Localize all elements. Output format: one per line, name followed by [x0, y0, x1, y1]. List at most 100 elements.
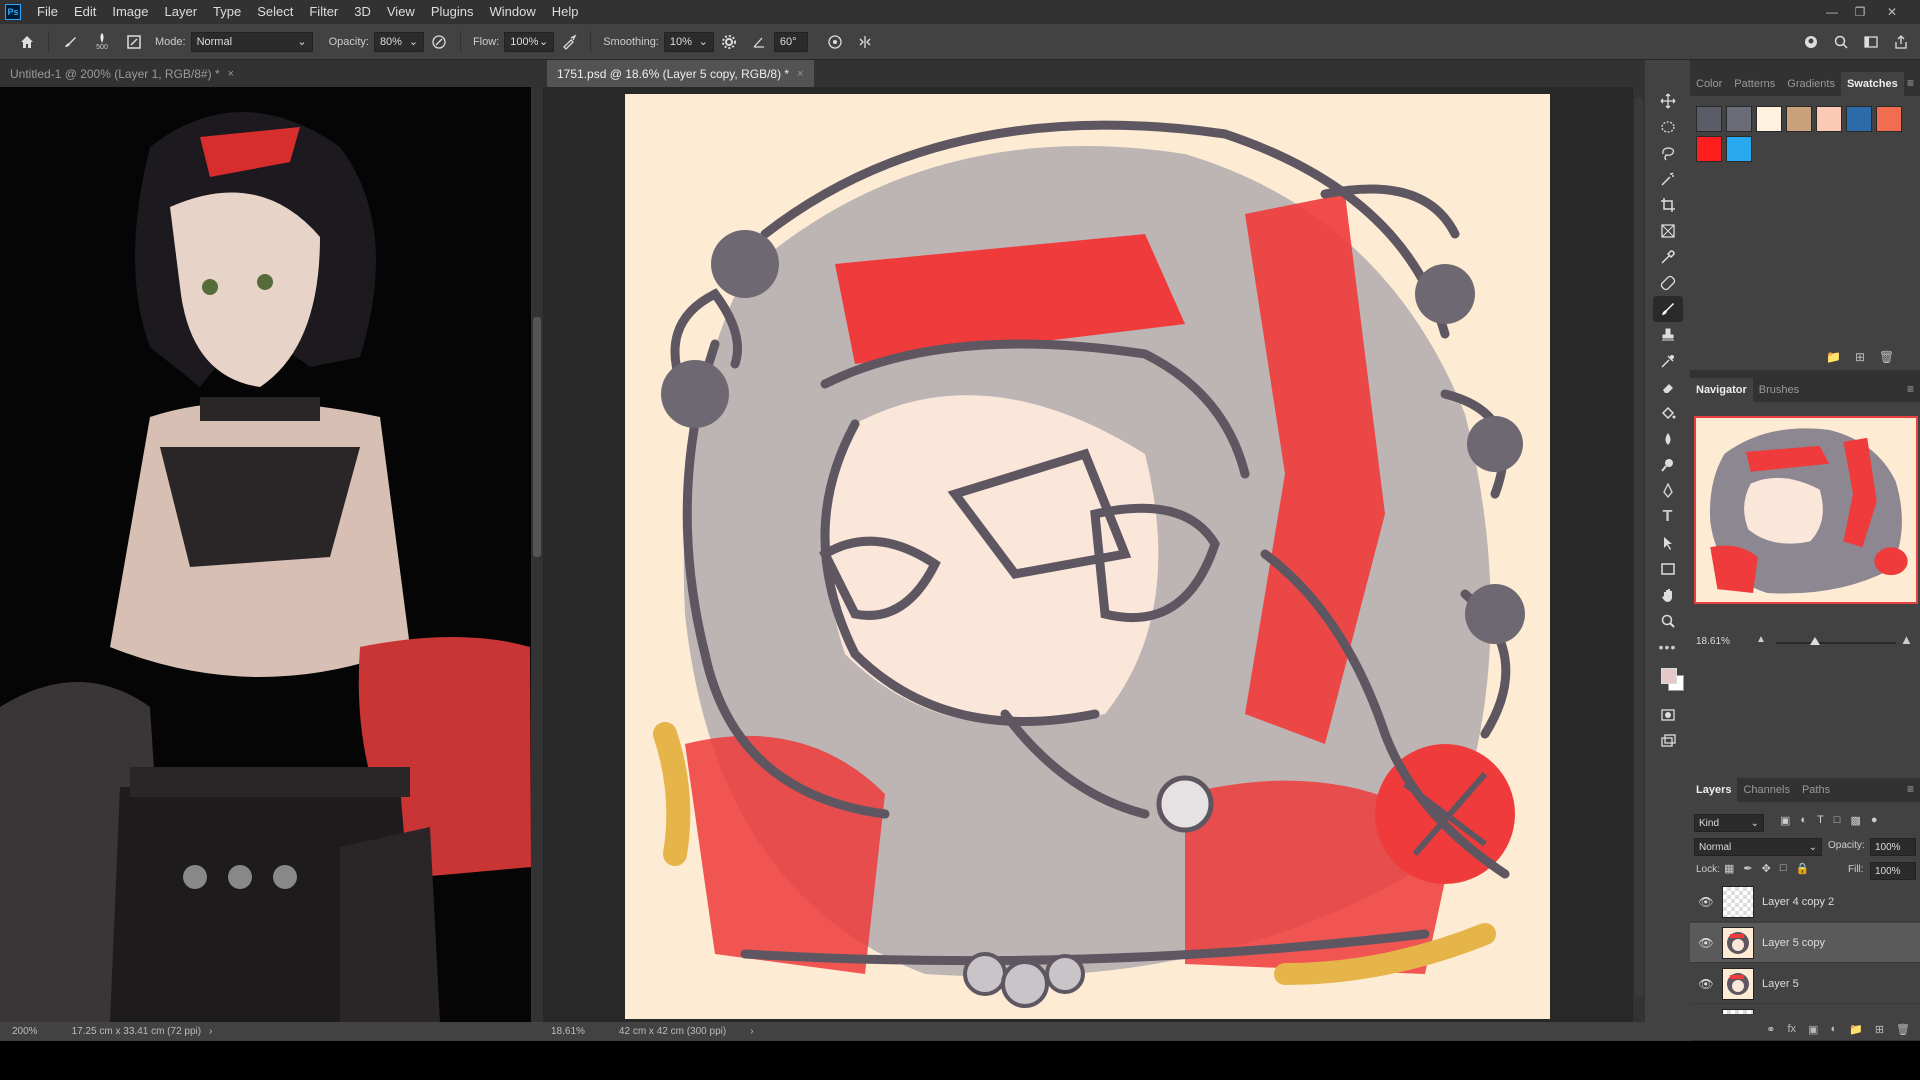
lock-all-icon[interactable]: 🔒 [1796, 862, 1810, 875]
trash-icon[interactable]: 🗑 [1879, 350, 1894, 364]
sketch-canvas[interactable] [625, 94, 1550, 1019]
tab-swatches[interactable]: Swatches [1840, 72, 1904, 96]
color-swatch[interactable] [1786, 106, 1812, 132]
tab-1751-psd[interactable]: 1751.psd @ 18.6% (Layer 5 copy, RGB/8) *… [547, 60, 814, 87]
color-picker-swatches[interactable] [1653, 660, 1684, 702]
flow-field[interactable]: 100% ⌄ [504, 31, 555, 52]
link-layers-icon[interactable]: ⚭ [1766, 1023, 1775, 1036]
menu-image[interactable]: Image [104, 0, 156, 24]
zoom-tool-icon[interactable] [1653, 608, 1683, 634]
main-vertical-scrollbar[interactable] [1633, 87, 1645, 1022]
menu-file[interactable]: File [29, 0, 66, 24]
healing-brush-icon[interactable] [1653, 270, 1683, 296]
tab-paths[interactable]: Paths [1796, 778, 1836, 802]
menu-filter[interactable]: Filter [301, 0, 346, 24]
layer-row[interactable]: 👁 Layer 5 [1690, 964, 1920, 1004]
menu-type[interactable]: Type [205, 0, 249, 24]
zoom-in-icon[interactable]: ▲ [1900, 632, 1913, 647]
color-swatch[interactable] [1726, 106, 1752, 132]
layer-opacity-field[interactable]: 100% [1870, 838, 1916, 856]
blur-tool-icon[interactable] [1653, 426, 1683, 452]
type-tool-icon[interactable]: T [1653, 504, 1683, 530]
status-arrow-icon[interactable]: › [209, 1026, 212, 1037]
main-zoom-level[interactable]: 18.61% [551, 1026, 585, 1037]
color-swatch[interactable] [1846, 106, 1872, 132]
magic-wand-icon[interactable] [1653, 166, 1683, 192]
trash-icon[interactable]: 🗑 [1896, 1023, 1910, 1036]
tab-navigator[interactable]: Navigator [1690, 378, 1753, 402]
pressure-opacity-icon[interactable] [428, 31, 450, 53]
color-swatch[interactable] [1756, 106, 1782, 132]
close-window-icon[interactable]: ✕ [1878, 0, 1906, 24]
filter-smart-object-icon[interactable]: ▩ [1850, 814, 1860, 827]
clone-stamp-icon[interactable] [1653, 322, 1683, 348]
share-icon[interactable] [1890, 31, 1912, 53]
tab-patterns[interactable]: Patterns [1728, 72, 1781, 96]
pressure-size-icon[interactable] [824, 31, 846, 53]
brush-size-picker[interactable]: 500 [89, 27, 115, 57]
restore-icon[interactable]: ❐ [1846, 0, 1874, 24]
blend-mode-select[interactable]: Normal ⌄ [1694, 838, 1822, 856]
color-swatch[interactable] [1726, 136, 1752, 162]
dodge-tool-icon[interactable] [1653, 452, 1683, 478]
scroll-thumb[interactable] [1635, 97, 1643, 997]
workspace-icon[interactable] [1860, 31, 1882, 53]
adjustment-layer-icon[interactable]: ◐ [1830, 1023, 1837, 1035]
lock-position-icon[interactable]: ✥ [1762, 862, 1771, 875]
color-swatch[interactable] [1696, 106, 1722, 132]
tab-channels[interactable]: Channels [1737, 778, 1795, 802]
gear-icon[interactable] [718, 31, 740, 53]
eye-icon[interactable]: 👁 [1690, 936, 1722, 950]
home-icon[interactable] [16, 31, 38, 53]
tab-untitled-1[interactable]: Untitled-1 @ 200% (Layer 1, RGB/8#) * × [0, 60, 244, 87]
airbrush-icon[interactable] [558, 31, 580, 53]
tab-color[interactable]: Color [1690, 72, 1728, 96]
layer-row[interactable]: 👁 Layer 5 copy [1690, 923, 1920, 963]
menu-help[interactable]: Help [544, 0, 587, 24]
eye-icon[interactable]: 👁 [1690, 895, 1722, 909]
menu-select[interactable]: Select [249, 0, 301, 24]
menu-layer[interactable]: Layer [157, 0, 206, 24]
eraser-icon[interactable] [1653, 374, 1683, 400]
layer-row[interactable]: 👁 Layer 4 copy 2 [1690, 882, 1920, 922]
rectangle-tool-icon[interactable] [1653, 556, 1683, 582]
lock-transparent-icon[interactable]: ▦ [1724, 862, 1734, 875]
more-tools-icon[interactable]: ••• [1653, 634, 1683, 660]
filter-pixel-icon[interactable]: ▣ [1780, 814, 1790, 827]
panel-menu-icon[interactable]: ≡ [1907, 76, 1914, 90]
new-swatch-icon[interactable]: ⊞ [1855, 350, 1865, 364]
menu-plugins[interactable]: Plugins [423, 0, 482, 24]
filter-toggle-icon[interactable]: ● [1871, 814, 1878, 827]
color-swatch[interactable] [1816, 106, 1842, 132]
layer-filter-select[interactable]: Kind ⌄ [1694, 814, 1764, 832]
color-swatch[interactable] [1876, 106, 1902, 132]
filter-adjustment-icon[interactable]: ◐ [1800, 814, 1807, 827]
filter-type-icon[interactable]: T [1817, 814, 1824, 827]
pen-tool-icon[interactable] [1653, 478, 1683, 504]
symmetry-icon[interactable] [854, 31, 876, 53]
tab-brushes[interactable]: Brushes [1753, 378, 1805, 402]
zoom-out-icon[interactable]: ▲ [1756, 634, 1766, 645]
eyedropper-icon[interactable] [1653, 244, 1683, 270]
menu-window[interactable]: Window [481, 0, 543, 24]
zoom-slider-track[interactable] [1776, 642, 1896, 644]
left-vertical-scrollbar[interactable] [531, 87, 543, 1022]
menu-view[interactable]: View [379, 0, 423, 24]
scroll-thumb[interactable] [533, 317, 541, 557]
lock-image-icon[interactable]: ✒ [1743, 862, 1752, 875]
eye-icon[interactable]: 👁 [1690, 977, 1722, 991]
layer-row[interactable]: 👁Layer 4 copy [1690, 1005, 1920, 1014]
search-icon[interactable] [1830, 31, 1852, 53]
hand-tool-icon[interactable] [1653, 582, 1683, 608]
close-icon[interactable]: × [228, 68, 234, 80]
brush-tool-preset-icon[interactable] [59, 31, 81, 53]
smoothing-field[interactable]: 10% ⌄ [663, 31, 714, 52]
fill-field[interactable]: 100% [1870, 862, 1916, 880]
panel-menu-icon[interactable]: ≡ [1907, 782, 1914, 796]
menu-edit[interactable]: Edit [66, 0, 104, 24]
menu-3d[interactable]: 3D [346, 0, 379, 24]
status-arrow-icon[interactable]: › [750, 1026, 753, 1037]
navigator-zoom-value[interactable]: 18.61% [1696, 636, 1730, 647]
close-icon[interactable]: × [797, 68, 803, 80]
history-brush-icon[interactable] [1653, 348, 1683, 374]
